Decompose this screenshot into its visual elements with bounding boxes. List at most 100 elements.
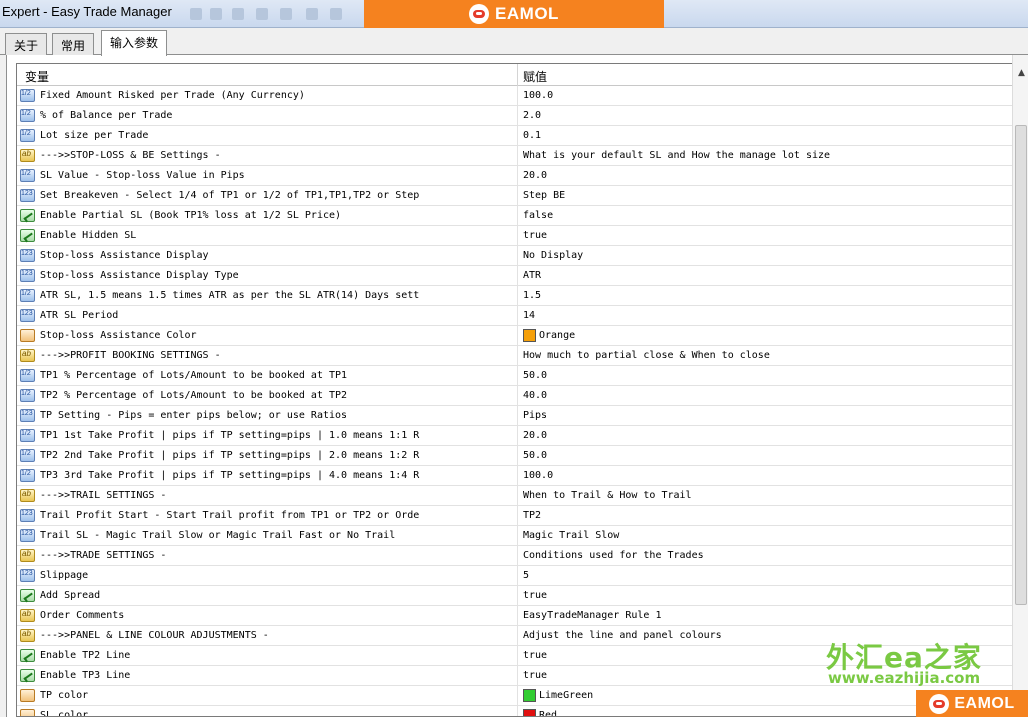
string-icon bbox=[20, 629, 35, 642]
table-row[interactable]: Stop-loss Assistance Display Type ATR bbox=[17, 266, 1019, 286]
table-row[interactable]: Lot size per Trade 0.1 bbox=[17, 126, 1019, 146]
table-row[interactable]: --->>TRADE SETTINGS - Conditions used for… bbox=[17, 546, 1019, 566]
table-row[interactable]: --->>STOP-LOSS & BE Settings - What is yo… bbox=[17, 146, 1019, 166]
tab-about[interactable]: 关于 bbox=[5, 33, 48, 55]
parameter-name: ATR SL, 1.5 means 1.5 times ATR as per t… bbox=[40, 290, 420, 301]
parameter-value[interactable]: 50.0 bbox=[523, 370, 547, 381]
parameter-value[interactable]: Step BE bbox=[523, 190, 565, 201]
parameter-name: Stop-loss Assistance Display bbox=[40, 250, 209, 261]
parameter-value[interactable]: EasyTradeManager Rule 1 bbox=[523, 610, 661, 621]
color-swatch[interactable] bbox=[523, 329, 536, 342]
table-row[interactable]: TP3 3rd Take Profit | pips if TP setting… bbox=[17, 466, 1019, 486]
column-divider bbox=[517, 106, 518, 126]
parameter-value[interactable]: 1.5 bbox=[523, 290, 541, 301]
toolbar-ghost-icon bbox=[330, 8, 342, 20]
enum-icon bbox=[20, 309, 35, 322]
column-header-value[interactable]: 赋值 bbox=[523, 68, 547, 85]
parameter-value[interactable]: ATR bbox=[523, 270, 541, 281]
table-row[interactable]: Trail Profit Start - Start Trail profit … bbox=[17, 506, 1019, 526]
parameter-value[interactable]: Orange bbox=[539, 330, 575, 341]
scroll-up-arrow-icon[interactable]: ▲ bbox=[1013, 65, 1028, 82]
parameter-name: --->>TRADE SETTINGS - bbox=[40, 550, 167, 561]
bool-icon bbox=[20, 649, 35, 662]
table-row[interactable]: % of Balance per Trade 2.0 bbox=[17, 106, 1019, 126]
table-row[interactable]: TP1 1st Take Profit | pips if TP setting… bbox=[17, 426, 1019, 446]
parameter-value[interactable]: true bbox=[523, 590, 547, 601]
table-row[interactable]: Enable Hidden SL true bbox=[17, 226, 1019, 246]
column-divider bbox=[517, 686, 518, 706]
parameter-name: ATR SL Period bbox=[40, 310, 119, 321]
parameter-value[interactable]: How much to partial close & When to clos… bbox=[523, 350, 770, 361]
parameter-value[interactable]: No Display bbox=[523, 250, 583, 261]
parameter-value[interactable]: Adjust the line and panel colours bbox=[523, 630, 722, 641]
table-row[interactable]: Fixed Amount Risked per Trade (Any Curre… bbox=[17, 86, 1019, 106]
parameter-value[interactable]: LimeGreen bbox=[539, 690, 593, 701]
column-divider bbox=[517, 266, 518, 286]
column-divider bbox=[517, 346, 518, 366]
parameter-name: Enable Hidden SL bbox=[40, 230, 137, 241]
parameter-value[interactable]: false bbox=[523, 210, 553, 221]
parameter-value[interactable]: true bbox=[523, 230, 547, 241]
table-row[interactable]: TP Setting - Pips = enter pips below; or… bbox=[17, 406, 1019, 426]
parameter-value[interactable]: 20.0 bbox=[523, 430, 547, 441]
parameter-value[interactable]: TP2 bbox=[523, 510, 541, 521]
parameter-value[interactable]: What is your default SL and How the mana… bbox=[523, 150, 830, 161]
parameter-value[interactable]: 100.0 bbox=[523, 470, 553, 481]
toolbar-ghost-icon bbox=[190, 8, 202, 20]
column-divider[interactable] bbox=[517, 64, 518, 86]
table-row[interactable]: --->>TRAIL SETTINGS - When to Trail & How… bbox=[17, 486, 1019, 506]
vertical-scrollbar[interactable]: ▲ bbox=[1012, 55, 1028, 717]
parameter-name: Lot size per Trade bbox=[40, 130, 149, 141]
parameter-value[interactable]: 40.0 bbox=[523, 390, 547, 401]
table-row[interactable]: Add Spread true bbox=[17, 586, 1019, 606]
column-divider bbox=[517, 666, 518, 686]
num-icon bbox=[20, 89, 35, 102]
num-icon bbox=[20, 449, 35, 462]
parameter-value[interactable]: 2.0 bbox=[523, 110, 541, 121]
bool-icon bbox=[20, 589, 35, 602]
parameter-value[interactable]: Pips bbox=[523, 410, 547, 421]
table-row[interactable]: Stop-loss Assistance Display No Display bbox=[17, 246, 1019, 266]
parameter-value[interactable]: When to Trail & How to Trail bbox=[523, 490, 692, 501]
tab-common[interactable]: 常用 bbox=[52, 33, 95, 55]
table-row[interactable]: ATR SL, 1.5 means 1.5 times ATR as per t… bbox=[17, 286, 1019, 306]
enum-icon bbox=[20, 269, 35, 282]
parameter-name: Trail Profit Start - Start Trail profit … bbox=[40, 510, 420, 521]
parameter-value[interactable]: 5 bbox=[523, 570, 529, 581]
parameter-name: SL Value - Stop-loss Value in Pips bbox=[40, 170, 245, 181]
parameter-value[interactable]: 0.1 bbox=[523, 130, 541, 141]
scroll-thumb[interactable] bbox=[1015, 125, 1027, 605]
table-row[interactable]: Order Comments EasyTradeManager Rule 1 bbox=[17, 606, 1019, 626]
table-row[interactable]: Set Breakeven - Select 1/4 of TP1 or 1/2… bbox=[17, 186, 1019, 206]
table-row[interactable]: TP2 2nd Take Profit | pips if TP setting… bbox=[17, 446, 1019, 466]
parameter-value[interactable]: Magic Trail Slow bbox=[523, 530, 619, 541]
table-row[interactable]: Trail SL - Magic Trail Slow or Magic Tra… bbox=[17, 526, 1019, 546]
parameter-value[interactable]: 100.0 bbox=[523, 90, 553, 101]
parameter-name: TP3 3rd Take Profit | pips if TP setting… bbox=[40, 470, 420, 481]
parameter-value[interactable]: 20.0 bbox=[523, 170, 547, 181]
column-header-variable[interactable]: 变量 bbox=[25, 68, 49, 85]
table-row[interactable]: SL Value - Stop-loss Value in Pips 20.0 bbox=[17, 166, 1019, 186]
table-row[interactable]: Slippage 5 bbox=[17, 566, 1019, 586]
num-icon bbox=[20, 429, 35, 442]
parameter-value[interactable]: Conditions used for the Trades bbox=[523, 550, 704, 561]
parameter-value[interactable]: true bbox=[523, 670, 547, 681]
table-row[interactable]: TP1 % Percentage of Lots/Amount to be bo… bbox=[17, 366, 1019, 386]
color-swatch[interactable] bbox=[523, 689, 536, 702]
column-divider bbox=[517, 126, 518, 146]
tab-inputs[interactable]: 输入参数 bbox=[101, 30, 168, 56]
table-row[interactable]: ATR SL Period 14 bbox=[17, 306, 1019, 326]
color-swatch[interactable] bbox=[523, 709, 536, 716]
table-row[interactable]: Enable Partial SL (Book TP1% loss at 1/2… bbox=[17, 206, 1019, 226]
toolbar-ghost-icon bbox=[280, 8, 292, 20]
parameter-name: SL color bbox=[40, 710, 89, 717]
table-row[interactable]: --->>PROFIT BOOKING SETTINGS - How much t… bbox=[17, 346, 1019, 366]
parameter-value[interactable]: 14 bbox=[523, 310, 535, 321]
parameter-value[interactable]: true bbox=[523, 650, 547, 661]
parameter-name: Trail SL - Magic Trail Slow or Magic Tra… bbox=[40, 530, 396, 541]
column-divider bbox=[517, 646, 518, 666]
parameter-value[interactable]: 50.0 bbox=[523, 450, 547, 461]
table-row[interactable]: TP2 % Percentage of Lots/Amount to be bo… bbox=[17, 386, 1019, 406]
table-row[interactable]: Stop-loss Assistance Color Orange bbox=[17, 326, 1019, 346]
parameter-value[interactable]: Red bbox=[539, 710, 557, 716]
